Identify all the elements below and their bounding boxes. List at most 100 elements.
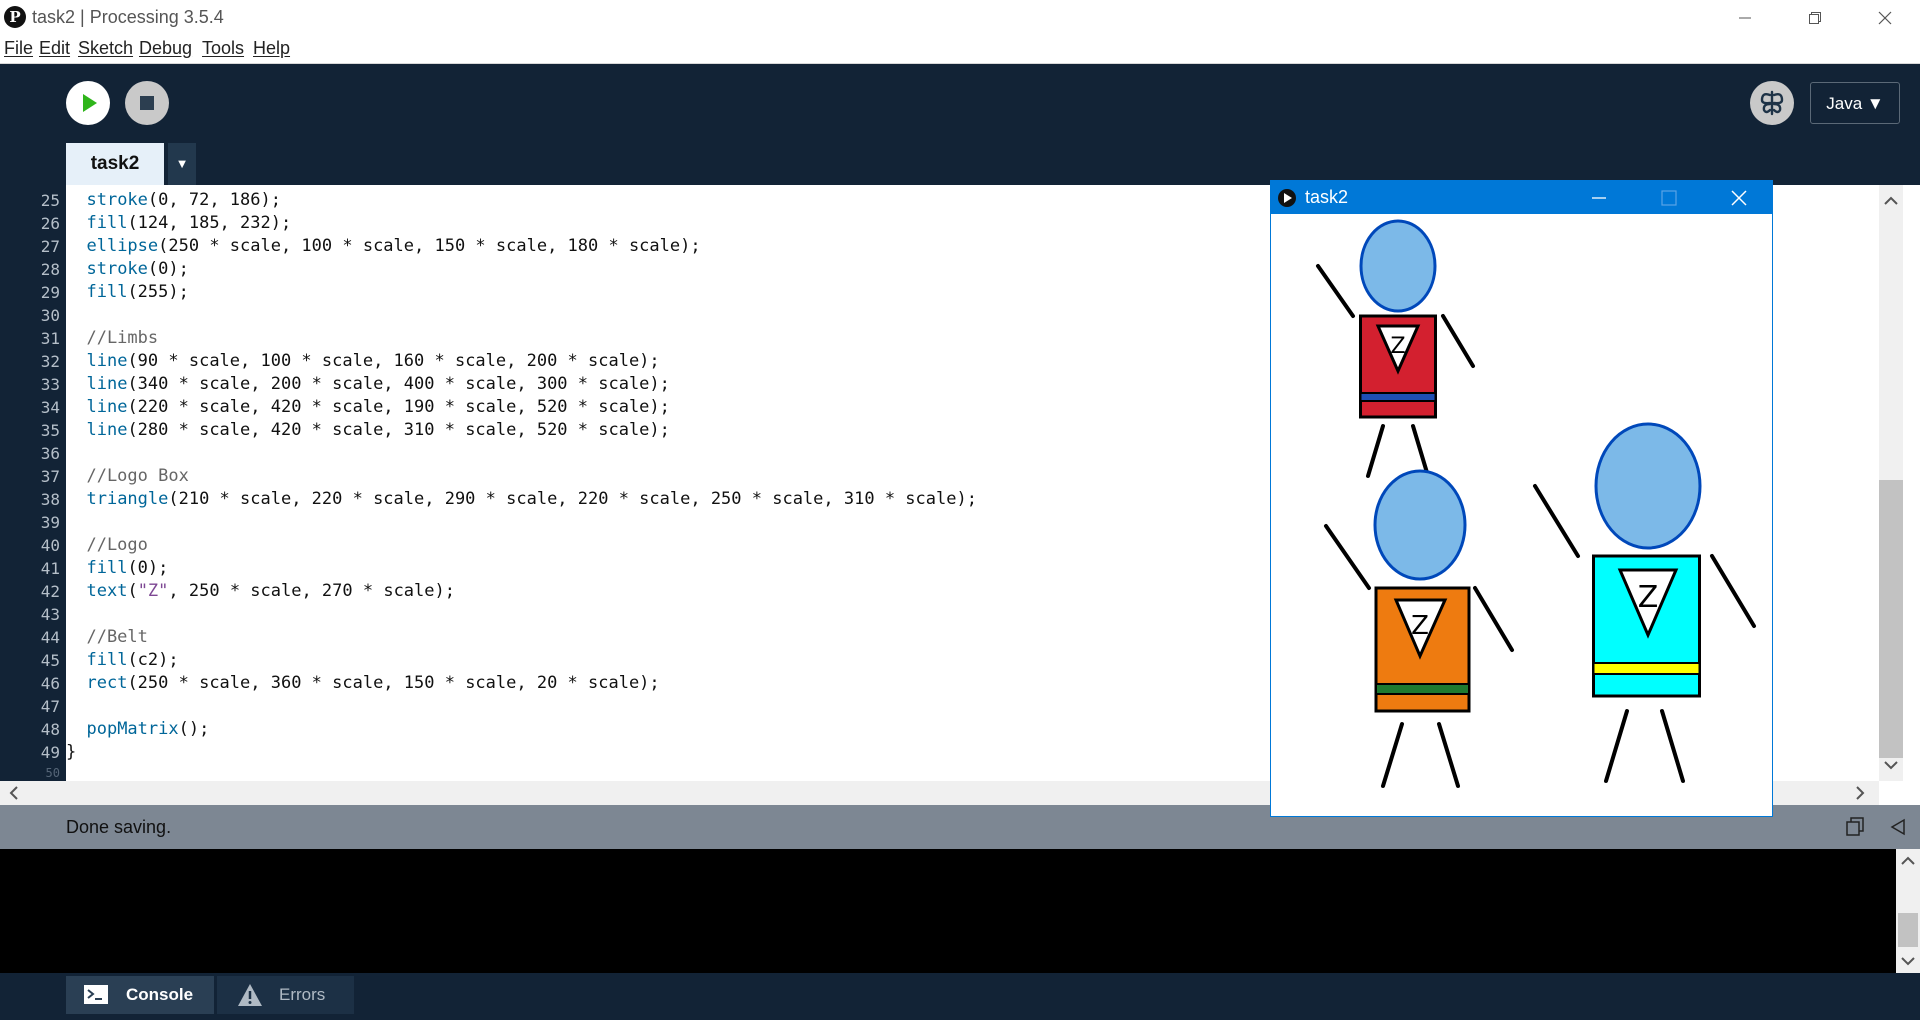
code-line[interactable]: fill(c2); bbox=[66, 650, 178, 670]
minimize-button[interactable] bbox=[1710, 0, 1780, 35]
line-number: 27 bbox=[40, 237, 60, 256]
code-line[interactable]: line(90 * scale, 100 * scale, 160 * scal… bbox=[66, 351, 659, 371]
line-number: 39 bbox=[40, 513, 60, 532]
line-number: 37 bbox=[40, 467, 60, 486]
menu-edit[interactable]: Edit bbox=[39, 38, 70, 59]
menu-help[interactable]: Help bbox=[253, 38, 290, 59]
line-number: 32 bbox=[40, 352, 60, 371]
line-number: 25 bbox=[40, 191, 60, 210]
chevron-down-icon[interactable] bbox=[1896, 951, 1920, 971]
chevron-up-icon[interactable] bbox=[1896, 851, 1920, 871]
warning-icon bbox=[238, 984, 262, 1006]
line-number-gutter: 25 26 27 28 29 30 31 32 33 34 35 36 37 3… bbox=[0, 185, 66, 781]
line-number: 47 bbox=[40, 697, 60, 716]
line-number: 42 bbox=[40, 582, 60, 601]
code-line[interactable]: //Limbs bbox=[66, 328, 158, 348]
line-number: 44 bbox=[40, 628, 60, 647]
toolbar bbox=[0, 64, 1920, 185]
code-line[interactable]: rect(250 * scale, 360 * scale, 150 * sca… bbox=[66, 673, 659, 693]
line-number: 34 bbox=[40, 398, 60, 417]
line-number: 35 bbox=[40, 421, 60, 440]
tab-menu-button[interactable]: ▼ bbox=[168, 143, 196, 185]
logo-letter: Z bbox=[1638, 580, 1659, 615]
processing-run-icon bbox=[1278, 189, 1296, 207]
terminal-icon bbox=[84, 985, 108, 1004]
editor-scroll-thumb[interactable] bbox=[1879, 480, 1903, 758]
menu-sketch[interactable]: Sketch bbox=[78, 38, 133, 59]
minimize-icon bbox=[1739, 17, 1751, 18]
title-bar bbox=[0, 0, 1920, 35]
code-line[interactable]: line(340 * scale, 200 * scale, 400 * sca… bbox=[66, 374, 669, 394]
tab-console[interactable]: Console bbox=[66, 976, 214, 1014]
minimize-icon[interactable] bbox=[1589, 188, 1609, 208]
line-number: 50 bbox=[45, 766, 60, 780]
status-message: Done saving. bbox=[66, 817, 172, 837]
menu-file[interactable]: File bbox=[4, 38, 33, 59]
line-number: 29 bbox=[40, 283, 60, 302]
logo-letter: Z bbox=[1411, 611, 1429, 641]
maximize-icon bbox=[1661, 190, 1677, 206]
code-line[interactable]: //Logo bbox=[66, 535, 147, 555]
code-line[interactable]: popMatrix(); bbox=[66, 719, 209, 739]
line-number: 48 bbox=[40, 720, 60, 739]
run-button[interactable] bbox=[66, 81, 110, 125]
line-number: 41 bbox=[40, 559, 60, 578]
tab-task2[interactable]: task2 bbox=[66, 143, 164, 185]
restore-icon bbox=[1809, 11, 1821, 24]
line-number: 43 bbox=[40, 605, 60, 624]
code-line[interactable]: line(280 * scale, 420 * scale, 310 * sca… bbox=[66, 420, 669, 440]
line-number: 30 bbox=[40, 306, 60, 325]
butterfly-icon bbox=[1760, 90, 1784, 116]
console-scrollbar[interactable] bbox=[1896, 849, 1920, 973]
line-number: 31 bbox=[40, 329, 60, 348]
mode-selector[interactable]: Java ▼ bbox=[1810, 82, 1900, 124]
window-title: task2 | Processing 3.5.4 bbox=[32, 7, 224, 27]
code-line[interactable]: stroke(0, 72, 186); bbox=[66, 190, 280, 210]
menu-bar: File Edit Sketch Debug Tools Help bbox=[0, 35, 1920, 64]
line-number: 28 bbox=[40, 260, 60, 279]
code-line[interactable]: triangle(210 * scale, 220 * scale, 290 *… bbox=[66, 489, 976, 509]
console-output[interactable] bbox=[0, 849, 1896, 973]
line-number: 38 bbox=[40, 490, 60, 509]
code-line[interactable]: line(220 * scale, 420 * scale, 190 * sca… bbox=[66, 397, 669, 417]
line-number: 46 bbox=[40, 674, 60, 693]
processing-logo-icon: P bbox=[4, 6, 26, 28]
play-icon bbox=[83, 94, 97, 112]
code-line[interactable]: ellipse(250 * scale, 100 * scale, 150 * … bbox=[66, 236, 700, 256]
code-line[interactable]: //Logo Box bbox=[66, 466, 188, 486]
line-number: 49 bbox=[40, 743, 60, 762]
chevron-left-icon[interactable] bbox=[2, 781, 26, 805]
logo-letter: Z bbox=[1390, 334, 1405, 359]
chevron-right-icon[interactable] bbox=[1848, 781, 1872, 805]
line-number: 45 bbox=[40, 651, 60, 670]
chevron-up-icon[interactable] bbox=[1879, 189, 1903, 213]
stop-icon bbox=[140, 96, 154, 110]
code-line[interactable]: } bbox=[66, 742, 76, 762]
line-number: 33 bbox=[40, 375, 60, 394]
code-line[interactable]: text("Z", 250 * scale, 270 * scale); bbox=[66, 581, 455, 601]
line-number: 26 bbox=[40, 214, 60, 233]
restore-button[interactable] bbox=[1780, 0, 1850, 35]
tab-errors-label: Errors bbox=[279, 985, 326, 1004]
console-scroll-thumb[interactable] bbox=[1898, 913, 1918, 947]
copy-icon[interactable] bbox=[1844, 816, 1866, 838]
close-button[interactable] bbox=[1850, 0, 1920, 35]
menu-tools[interactable]: Tools bbox=[202, 38, 244, 59]
code-line[interactable]: stroke(0); bbox=[66, 259, 188, 279]
debug-button[interactable] bbox=[1750, 81, 1794, 125]
menu-debug[interactable]: Debug bbox=[139, 38, 192, 59]
sketch-title: task2 bbox=[1305, 187, 1349, 207]
code-line[interactable]: //Belt bbox=[66, 627, 147, 647]
code-line[interactable]: fill(255); bbox=[66, 282, 188, 302]
stop-button[interactable] bbox=[125, 81, 169, 125]
code-line[interactable]: fill(0); bbox=[66, 558, 168, 578]
close-icon bbox=[1878, 11, 1892, 24]
code-line[interactable]: fill(124, 185, 232); bbox=[66, 213, 291, 233]
line-number: 40 bbox=[40, 536, 60, 555]
collapse-console-icon[interactable] bbox=[1887, 816, 1909, 838]
sketch-canvas: Z Z Z bbox=[1271, 214, 1772, 816]
close-icon[interactable] bbox=[1729, 188, 1749, 208]
line-number: 36 bbox=[40, 444, 60, 463]
tab-errors[interactable]: Errors bbox=[217, 976, 354, 1014]
tab-console-label: Console bbox=[126, 985, 194, 1004]
